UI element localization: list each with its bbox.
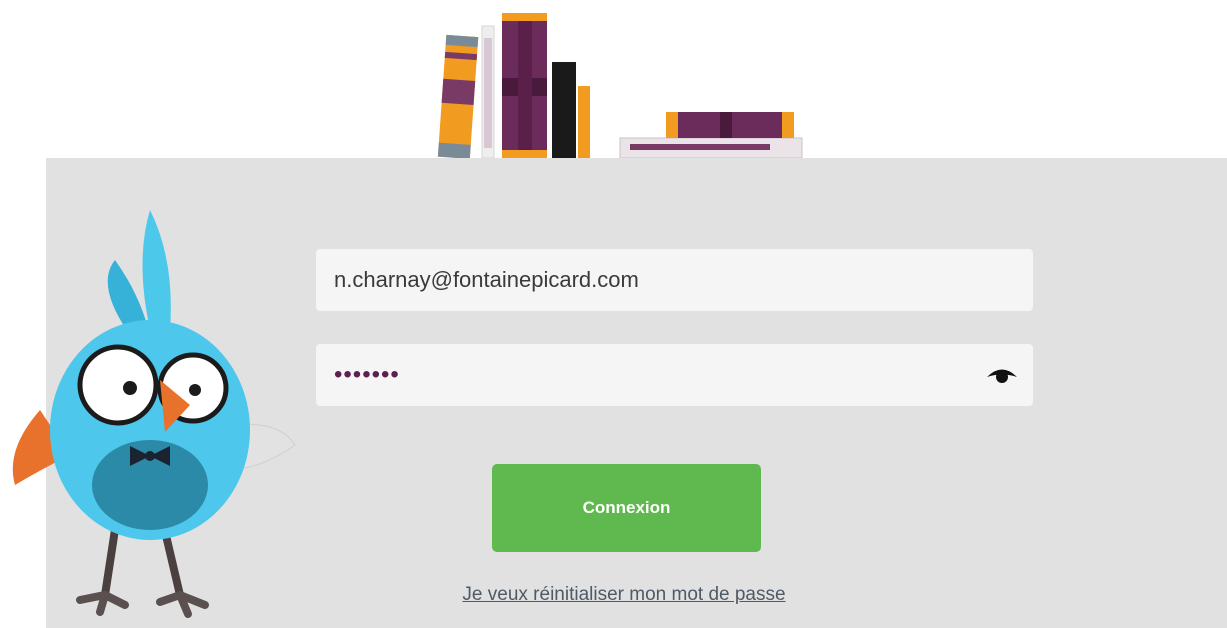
password-field-container	[316, 344, 1033, 406]
bookshelf-illustration	[437, 13, 803, 159]
email-field[interactable]	[316, 249, 1033, 311]
eye-icon[interactable]	[985, 364, 1019, 386]
reset-password-link[interactable]: Je veux réinitialiser mon mot de passe	[427, 584, 821, 606]
bird-mascot-illustration	[12, 210, 296, 618]
login-button[interactable]: Connexion	[492, 464, 761, 552]
password-field[interactable]	[316, 344, 956, 406]
